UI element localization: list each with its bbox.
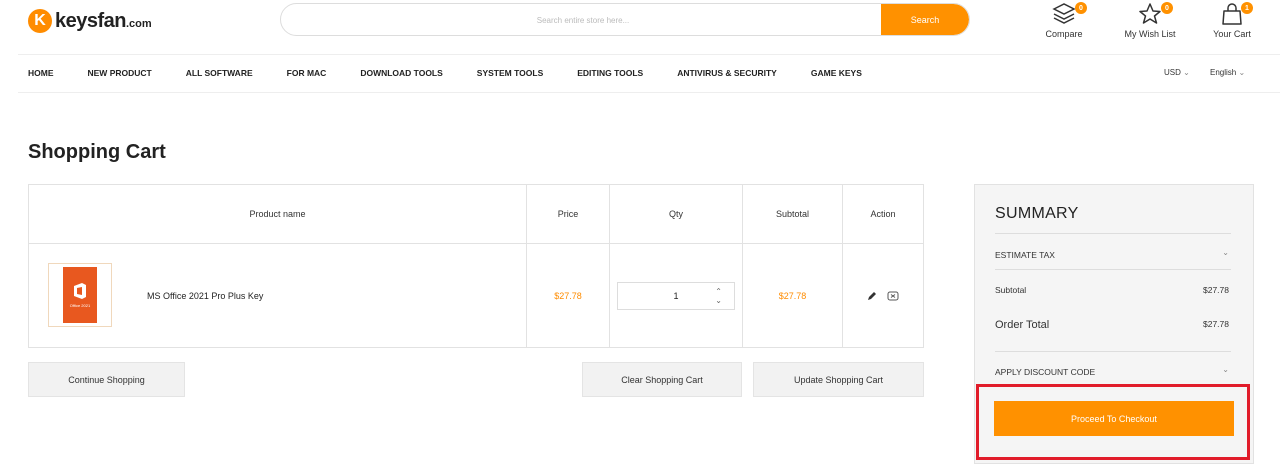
estimate-tax-toggle[interactable]: ESTIMATE TAX bbox=[995, 250, 1055, 260]
office-logo-icon bbox=[74, 283, 86, 299]
language-switcher[interactable]: English ⌄ bbox=[1210, 68, 1245, 77]
wishlist-count-badge: 0 bbox=[1161, 2, 1173, 14]
wishlist-label: My Wish List bbox=[1124, 29, 1176, 39]
nav-item-editing-tools[interactable]: EDITING TOOLS bbox=[577, 68, 643, 78]
qty-cell: 1 ⌃ ⌄ bbox=[610, 244, 743, 348]
cart-table: Product name Price Qty Subtotal Action M… bbox=[28, 184, 924, 348]
summary-title: SUMMARY bbox=[995, 205, 1079, 222]
item-subtotal: $27.78 bbox=[743, 244, 843, 348]
product-name-link[interactable]: MS Office 2021 Pro Plus Key bbox=[147, 291, 263, 301]
chevron-down-icon: ⌄ bbox=[1238, 68, 1246, 77]
summary-divider bbox=[995, 269, 1231, 270]
layers-icon bbox=[1052, 3, 1076, 24]
cart-label: Your Cart bbox=[1213, 29, 1251, 39]
currency-value: USD bbox=[1164, 68, 1181, 77]
language-value: English bbox=[1210, 68, 1237, 77]
nav-item-antivirus-security[interactable]: ANTIVIRUS & SECURITY bbox=[677, 68, 777, 78]
compare-count-badge: 0 bbox=[1075, 2, 1087, 14]
summary-divider bbox=[995, 351, 1231, 352]
product-image-label: Office 2021 bbox=[69, 303, 91, 308]
header-subtotal: Subtotal bbox=[743, 185, 843, 243]
header-action: Action bbox=[870, 209, 896, 219]
header-qty: Qty bbox=[610, 185, 743, 243]
qty-stepper-icon[interactable]: ⌃ ⌄ bbox=[715, 287, 722, 305]
subtotal-label: Subtotal bbox=[995, 285, 1027, 295]
wishlist-link[interactable]: 0 My Wish List bbox=[1115, 2, 1185, 39]
delete-icon[interactable] bbox=[887, 291, 899, 301]
search-input[interactable] bbox=[281, 4, 885, 35]
nav-item-new-product[interactable]: NEW PRODUCT bbox=[88, 68, 152, 78]
nav-item-all-software[interactable]: ALL SOFTWARE bbox=[186, 68, 253, 78]
header-divider bbox=[18, 54, 1280, 55]
product-image[interactable]: Office 2021 bbox=[48, 263, 112, 327]
continue-shopping-button[interactable]: Continue Shopping bbox=[28, 362, 185, 397]
header-product-name: Product name bbox=[29, 185, 527, 243]
logo-mark: K bbox=[28, 9, 52, 33]
search-bar: Search bbox=[280, 3, 970, 36]
summary-divider bbox=[995, 233, 1231, 234]
cart-count-badge: 1 bbox=[1241, 2, 1253, 14]
star-icon bbox=[1139, 3, 1161, 24]
proceed-to-checkout-button[interactable]: Proceed To Checkout bbox=[994, 401, 1234, 436]
nav-item-for-mac[interactable]: FOR MAC bbox=[287, 68, 327, 78]
nav-item-home[interactable]: HOME bbox=[28, 68, 54, 78]
action-cell bbox=[843, 244, 923, 348]
item-price: $27.78 bbox=[527, 244, 610, 348]
subtotal-value: $27.78 bbox=[1203, 285, 1229, 295]
nav-item-download-tools[interactable]: DOWNLOAD TOOLS bbox=[360, 68, 442, 78]
header-price: Price bbox=[527, 185, 610, 243]
nav-item-game-keys[interactable]: GAME KEYS bbox=[811, 68, 862, 78]
logo-name: keysfan bbox=[55, 9, 127, 32]
clear-cart-button[interactable]: Clear Shopping Cart bbox=[582, 362, 742, 397]
compare-link[interactable]: 0 Compare bbox=[1029, 2, 1099, 39]
compare-label: Compare bbox=[1045, 29, 1083, 39]
chevron-down-icon[interactable]: ⌄ bbox=[1222, 365, 1229, 374]
chevron-down-icon: ⌄ bbox=[1183, 68, 1190, 77]
qty-value: 1 bbox=[673, 291, 679, 301]
nav-divider bbox=[18, 92, 1280, 93]
site-logo[interactable]: K keysfan .com bbox=[28, 8, 152, 34]
apply-discount-toggle[interactable]: APPLY DISCOUNT CODE bbox=[995, 367, 1095, 377]
logo-suffix: .com bbox=[126, 18, 152, 30]
chevron-down-icon[interactable]: ⌄ bbox=[1222, 248, 1229, 257]
currency-switcher[interactable]: USD ⌄ bbox=[1164, 68, 1190, 77]
nav-item-system-tools[interactable]: SYSTEM TOOLS bbox=[477, 68, 543, 78]
main-nav: HOME NEW PRODUCT ALL SOFTWARE FOR MAC DO… bbox=[28, 68, 896, 78]
page-title: Shopping Cart bbox=[28, 141, 166, 163]
order-total-value: $27.78 bbox=[1203, 319, 1229, 329]
office-box-art: Office 2021 bbox=[63, 267, 97, 323]
order-total-label: Order Total bbox=[995, 319, 1050, 331]
edit-icon[interactable] bbox=[867, 291, 877, 301]
search-button[interactable]: Search bbox=[881, 4, 969, 35]
cart-link[interactable]: 1 Your Cart bbox=[1197, 2, 1267, 39]
qty-input[interactable]: 1 ⌃ ⌄ bbox=[617, 282, 735, 310]
update-cart-button[interactable]: Update Shopping Cart bbox=[753, 362, 924, 397]
